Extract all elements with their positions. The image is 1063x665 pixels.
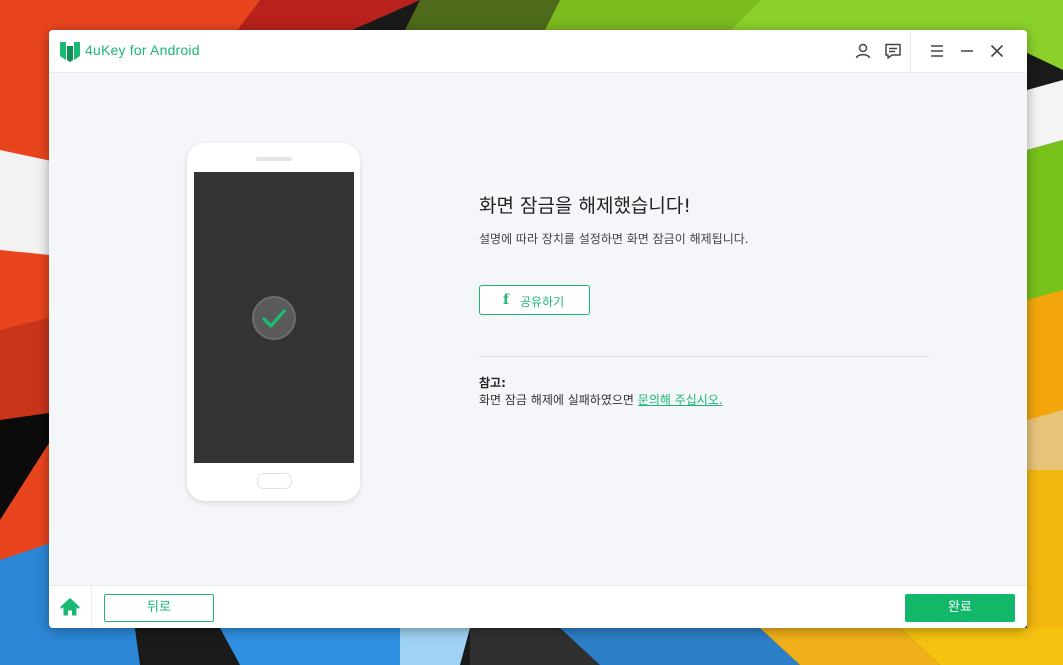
phone-home-button: [257, 473, 292, 489]
minimize-icon[interactable]: [958, 42, 976, 60]
contact-link[interactable]: 문의해 주십시오.: [638, 393, 723, 407]
footer-bar: 뒤로 완료: [49, 585, 1027, 628]
app-title: 4uKey for Android: [85, 42, 200, 58]
feedback-icon[interactable]: [884, 42, 902, 60]
share-button[interactable]: f 공유하기: [479, 285, 590, 315]
note-message: 화면 잠금 해제에 실패하였으면: [479, 393, 638, 407]
facebook-icon: f: [503, 292, 510, 308]
footer-divider: [91, 586, 92, 628]
share-button-label: 공유하기: [520, 295, 565, 309]
app-window: 4uKey for Android 화면 잠금을 해제했습니다! 설명에 따라 …: [49, 30, 1027, 628]
done-button[interactable]: 완료: [905, 594, 1015, 622]
divider: [479, 356, 929, 357]
home-button[interactable]: [49, 586, 91, 628]
app-logo-icon: [60, 42, 80, 62]
user-icon[interactable]: [854, 42, 872, 60]
page-title: 화면 잠금을 해제했습니다!: [479, 195, 691, 217]
description-text: 설명에 따라 장치를 설정하면 화면 잠금이 해제됩니다.: [479, 232, 749, 246]
check-icon: [252, 296, 296, 340]
phone-illustration: [187, 143, 360, 501]
note-text: 화면 잠금 해제에 실패하였으면 문의해 주십시오.: [479, 391, 723, 408]
menu-icon[interactable]: [928, 42, 946, 60]
home-icon: [60, 598, 80, 616]
phone-screen: [194, 172, 354, 463]
titlebar-divider: [910, 30, 911, 72]
phone-speaker: [256, 157, 292, 161]
back-button[interactable]: 뒤로: [104, 594, 214, 622]
note-title: 참고:: [479, 376, 506, 390]
close-icon[interactable]: [988, 42, 1006, 60]
title-bar: 4uKey for Android: [49, 30, 1027, 73]
